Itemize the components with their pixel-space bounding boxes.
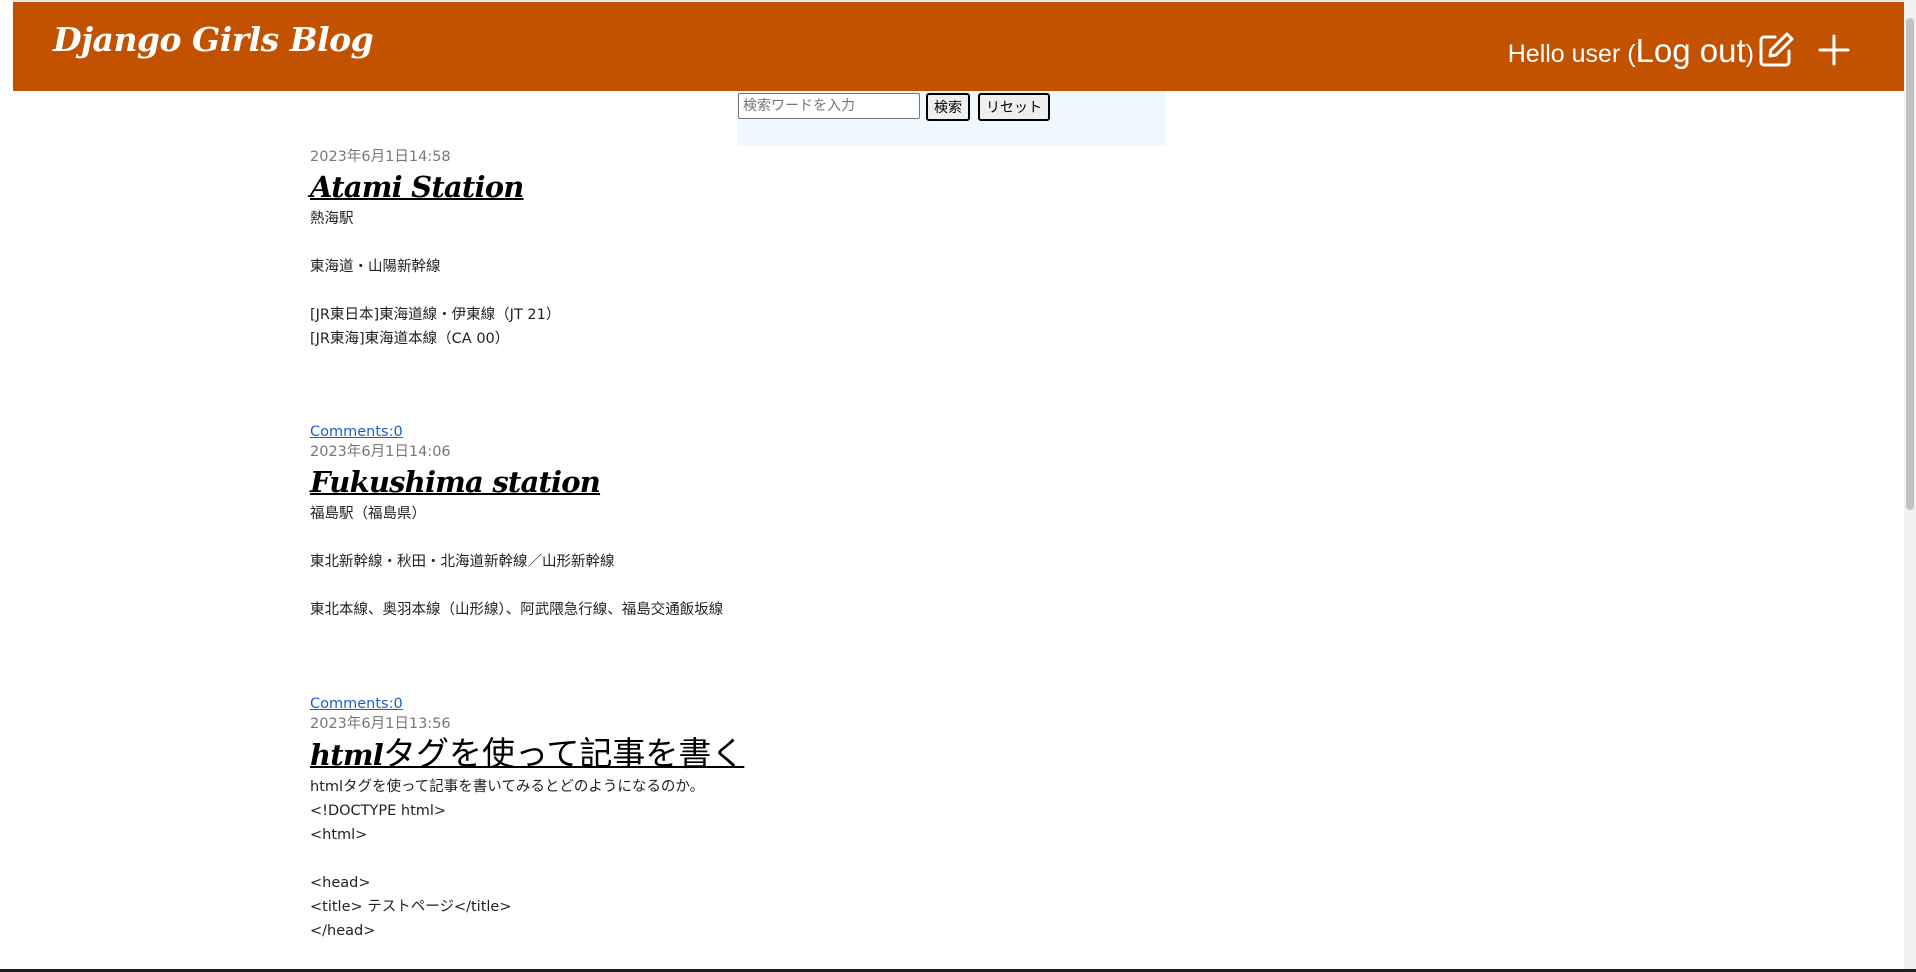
search-button[interactable]: 検索 [926,93,970,121]
vertical-scrollbar[interactable] [1904,0,1916,972]
post-body-line: 東海道・山陽新幹線 [310,259,441,275]
post-date: 2023年6月1日14:06 [310,444,451,460]
post-body: 熱海駅 東海道・山陽新幹線 [JR東日本]東海道線・伊東線（JT 21） [JR… [310,207,1210,351]
user-greeting: Hello user (Log out) [1508,32,1754,70]
search-input[interactable] [738,93,920,119]
post-body-line: <head> [310,875,371,891]
post-body-line [310,231,1210,255]
reset-button[interactable]: リセット [978,93,1050,121]
greeting-text: Hello user ( [1507,40,1636,68]
post-list: 2023年6月1日14:58 Atami Station 熱海駅 東海道・山陽新… [310,147,1210,943]
post-item: 2023年6月1日13:56 htmlタグを使って記事を書く htmlタグを使っ… [310,714,1210,943]
logout-link[interactable]: Log out [1636,32,1746,69]
post-body: 福島駅（福島県） 東北新幹線・秋田・北海道新幹線／山形新幹線 東北本線、奥羽本線… [310,502,1210,622]
plus-icon [1818,34,1850,66]
post-item: 2023年6月1日14:58 Atami Station 熱海駅 東海道・山陽新… [310,147,1210,442]
post-body-line: <!DOCTYPE html> [310,803,447,819]
post-body-line: <html> [310,827,368,843]
edit-icon [1759,32,1794,67]
post-date: 2023年6月1日14:58 [310,149,451,165]
scrollbar-thumb[interactable] [1906,18,1914,510]
new-post-edit-button[interactable] [1756,30,1796,70]
greeting-close: ) [1745,40,1754,68]
post-body-line: 東北本線、奥羽本線（山形線）、阿武隈急行線、福島交通飯坂線 [310,602,724,618]
post-body-line [310,847,1210,871]
post-title-latin: html [310,738,384,772]
post-body-line: <title> テストページ</title> [310,899,512,915]
post-title-link[interactable]: Atami Station [310,169,524,205]
comments-link[interactable]: Comments:0 [310,694,403,714]
search-form: 検索 リセット [737,91,1166,146]
post-body-line: htmlタグを使って記事を書いてみるとどのようになるのか。 [310,779,705,795]
post-body-line: 東北新幹線・秋田・北海道新幹線／山形新幹線 [310,554,615,570]
post-item: 2023年6月1日14:06 Fukushima station 福島駅（福島県… [310,442,1210,714]
post-title-link[interactable]: Fukushima station [310,464,601,500]
comments-link[interactable]: Comments:0 [310,422,403,442]
post-body-line [310,279,1210,303]
post-title-jp: タグを使って記事を書く [382,734,745,773]
post-body-line: 熱海駅 [310,211,354,227]
add-post-button[interactable] [1814,30,1854,70]
brand-link[interactable]: Django Girls Blog [53,20,374,59]
post-body-line: </head> [310,923,376,939]
post-date: 2023年6月1日13:56 [310,716,451,732]
post-body-line [310,574,1210,598]
post-body-line: [JR東海]東海道本線（CA 00） [310,331,510,347]
post-body-line: 福島駅（福島県） [310,506,426,522]
top-navbar: Django Girls Blog Hello user (Log out) [13,0,1904,91]
post-body: htmlタグを使って記事を書いてみるとどのようになるのか。 <!DOCTYPE … [310,775,1210,943]
page: Django Girls Blog Hello user (Log out) 検… [0,0,1916,972]
post-title-link[interactable]: htmlタグを使って記事を書く [310,736,744,773]
post-body-line [310,526,1210,550]
post-body-line: [JR東日本]東海道線・伊東線（JT 21） [310,307,561,323]
